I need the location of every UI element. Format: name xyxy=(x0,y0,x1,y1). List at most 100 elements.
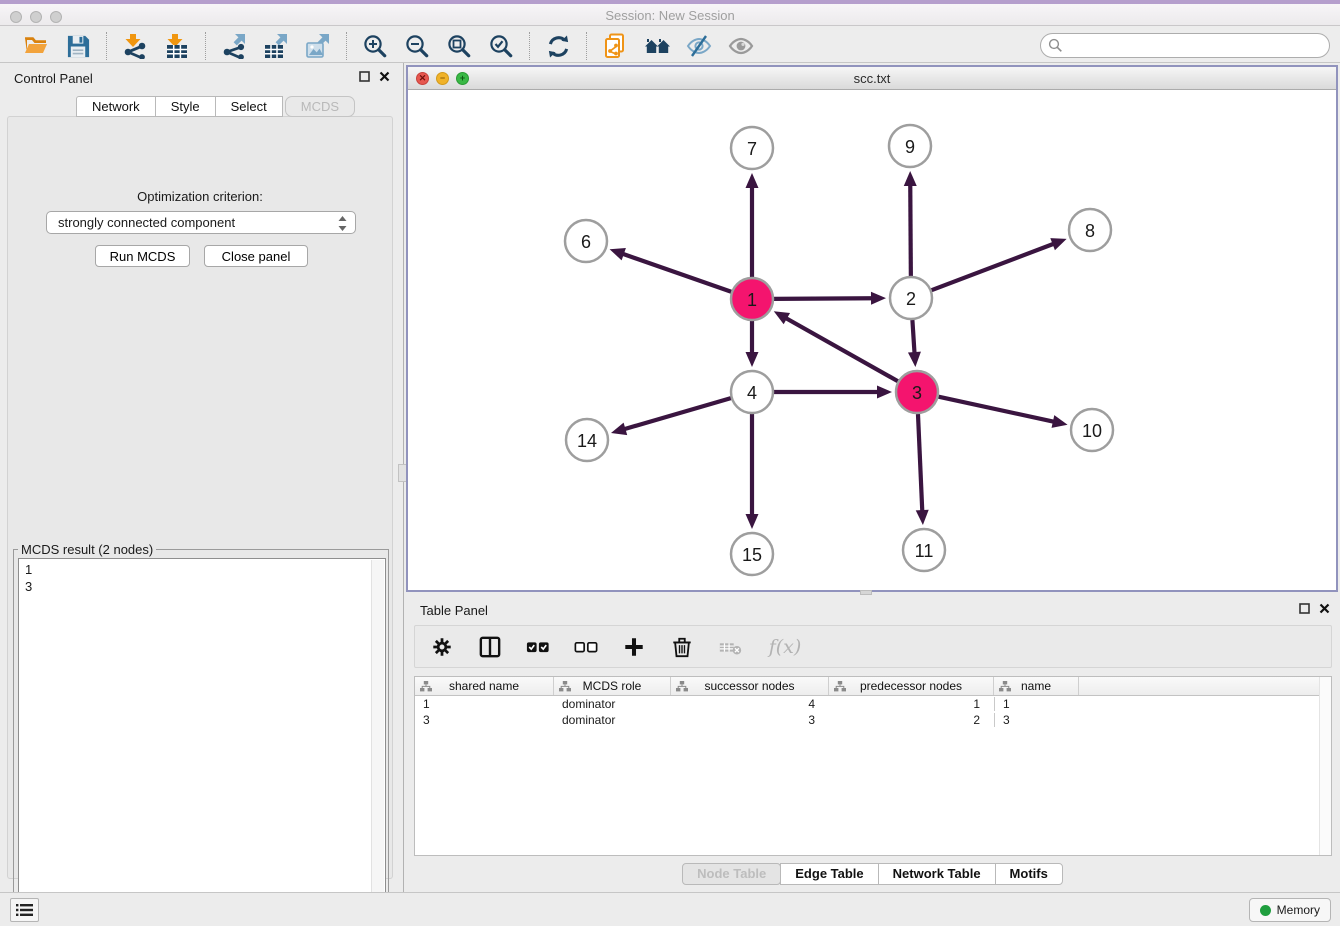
graph-node-8[interactable]: 8 xyxy=(1069,209,1111,251)
attribute-hierarchy-icon xyxy=(676,681,688,692)
cell-name[interactable]: 3 xyxy=(994,713,1079,727)
show-task-history-button[interactable] xyxy=(10,898,39,922)
edge-1-6[interactable] xyxy=(622,254,731,292)
edge-2-3[interactable] xyxy=(912,320,914,354)
tab-edge-table[interactable]: Edge Table xyxy=(780,863,878,885)
zoom-out-icon[interactable] xyxy=(403,32,431,60)
cell-name[interactable]: 1 xyxy=(994,697,1079,711)
tab-select[interactable]: Select xyxy=(215,96,283,117)
import-network-icon[interactable] xyxy=(121,32,149,60)
close-panel-button[interactable]: Close panel xyxy=(204,245,308,267)
apply-layout-icon[interactable] xyxy=(544,32,572,60)
column-header-MCDS-role[interactable]: MCDS role xyxy=(554,677,671,695)
tab-motifs[interactable]: Motifs xyxy=(995,863,1063,885)
table-scrollbar[interactable] xyxy=(1319,677,1331,855)
table-settings-icon[interactable] xyxy=(429,634,455,660)
show-graphics-details-icon[interactable] xyxy=(727,32,755,60)
import-table-icon[interactable] xyxy=(163,32,191,60)
graph-node-10[interactable]: 10 xyxy=(1071,409,1113,451)
svg-text:7: 7 xyxy=(747,139,757,159)
zoom-fit-icon[interactable] xyxy=(445,32,473,60)
control-panel-title: Control Panel xyxy=(14,71,93,86)
edge-1-2[interactable] xyxy=(774,298,873,299)
edge-4-14[interactable] xyxy=(623,398,730,429)
graph-node-9[interactable]: 9 xyxy=(889,125,931,167)
svg-text:11: 11 xyxy=(915,541,934,561)
edge-3-11[interactable] xyxy=(918,414,922,512)
svg-text:8: 8 xyxy=(1085,221,1095,241)
result-scrollbar[interactable] xyxy=(371,560,384,920)
graph-node-3[interactable]: 3 xyxy=(896,371,938,413)
select-all-icon[interactable] xyxy=(525,634,551,660)
cell-MCDS-role[interactable]: dominator xyxy=(554,697,671,711)
show-columns-icon[interactable] xyxy=(477,634,503,660)
tab-style[interactable]: Style xyxy=(155,96,216,117)
table-row[interactable]: 1dominator411 xyxy=(415,696,1331,712)
attribute-hierarchy-icon xyxy=(999,681,1011,692)
cell-predecessor-nodes[interactable]: 1 xyxy=(829,697,994,711)
hide-selected-icon[interactable] xyxy=(685,32,713,60)
tab-network[interactable]: Network xyxy=(76,96,156,117)
graph-node-7[interactable]: 7 xyxy=(731,127,773,169)
export-image-icon[interactable] xyxy=(304,32,332,60)
graph-node-11[interactable]: 11 xyxy=(903,529,945,571)
attribute-hierarchy-icon xyxy=(420,681,432,692)
cell-shared-name[interactable]: 3 xyxy=(415,713,554,727)
tab-node-table[interactable]: Node Table xyxy=(682,863,781,885)
tab-network-table[interactable]: Network Table xyxy=(878,863,996,885)
close-panel-icon[interactable] xyxy=(379,71,390,82)
float-panel-icon[interactable] xyxy=(1299,603,1310,614)
app-titlebar: Session: New Session xyxy=(0,0,1340,26)
close-panel-icon[interactable] xyxy=(1319,603,1330,614)
delete-column-icon[interactable] xyxy=(669,634,695,660)
criterion-select[interactable]: strongly connected component xyxy=(46,211,356,234)
mcds-result-area[interactable]: 13 xyxy=(18,558,386,920)
deselect-all-icon[interactable] xyxy=(573,634,599,660)
save-session-icon[interactable] xyxy=(64,32,92,60)
search-icon xyxy=(1048,38,1063,53)
zoom-selected-icon[interactable] xyxy=(487,32,515,60)
edge-arrowhead xyxy=(746,173,759,188)
cell-MCDS-role[interactable]: dominator xyxy=(554,713,671,727)
cell-successor-nodes[interactable]: 4 xyxy=(671,697,829,711)
edge-2-8[interactable] xyxy=(932,243,1055,290)
cell-shared-name[interactable]: 1 xyxy=(415,697,554,711)
svg-text:1: 1 xyxy=(747,290,757,310)
graph-node-14[interactable]: 14 xyxy=(566,419,608,461)
clone-network-icon[interactable] xyxy=(601,32,629,60)
graph-node-4[interactable]: 4 xyxy=(731,371,773,413)
memory-button[interactable]: Memory xyxy=(1249,898,1331,922)
status-bar: Memory xyxy=(0,892,1340,926)
zoom-in-icon[interactable] xyxy=(361,32,389,60)
network-canvas[interactable]: 1 2 3 4 6 7 8 9 10 11 14 15 xyxy=(408,90,1336,590)
open-session-icon[interactable] xyxy=(22,32,50,60)
export-network-icon[interactable] xyxy=(220,32,248,60)
show-all-icon[interactable] xyxy=(643,32,671,60)
cell-predecessor-nodes[interactable]: 2 xyxy=(829,713,994,727)
column-header-successor-nodes[interactable]: successor nodes xyxy=(671,677,829,695)
delete-table-icon[interactable] xyxy=(717,634,743,660)
export-table-icon[interactable] xyxy=(262,32,290,60)
graph-node-15[interactable]: 15 xyxy=(731,533,773,575)
function-builder-icon[interactable]: f(x) xyxy=(765,634,805,660)
column-header-predecessor-nodes[interactable]: predecessor nodes xyxy=(829,677,994,695)
run-mcds-button[interactable]: Run MCDS xyxy=(95,245,190,267)
table-rows: 1dominator4113dominator323 xyxy=(415,696,1331,728)
graph-node-2[interactable]: 2 xyxy=(890,277,932,319)
svg-text:3: 3 xyxy=(912,383,922,403)
cell-successor-nodes[interactable]: 3 xyxy=(671,713,829,727)
graph-node-1[interactable]: 1 xyxy=(731,278,773,320)
graph-node-6[interactable]: 6 xyxy=(565,220,607,262)
edge-2-9[interactable] xyxy=(910,184,911,276)
float-panel-icon[interactable] xyxy=(359,71,370,82)
edge-3-1[interactable] xyxy=(785,318,898,382)
search-input[interactable] xyxy=(1040,33,1330,58)
edge-3-10[interactable] xyxy=(938,397,1054,422)
edge-arrowhead xyxy=(908,352,921,367)
table-row[interactable]: 3dominator323 xyxy=(415,712,1331,728)
column-header-name[interactable]: name xyxy=(994,677,1079,695)
column-header-shared-name[interactable]: shared name xyxy=(415,677,554,695)
tab-mcds[interactable]: MCDS xyxy=(285,96,355,117)
table-tabs: Node TableEdge TableNetwork TableMotifs xyxy=(406,863,1340,885)
add-column-icon[interactable] xyxy=(621,634,647,660)
